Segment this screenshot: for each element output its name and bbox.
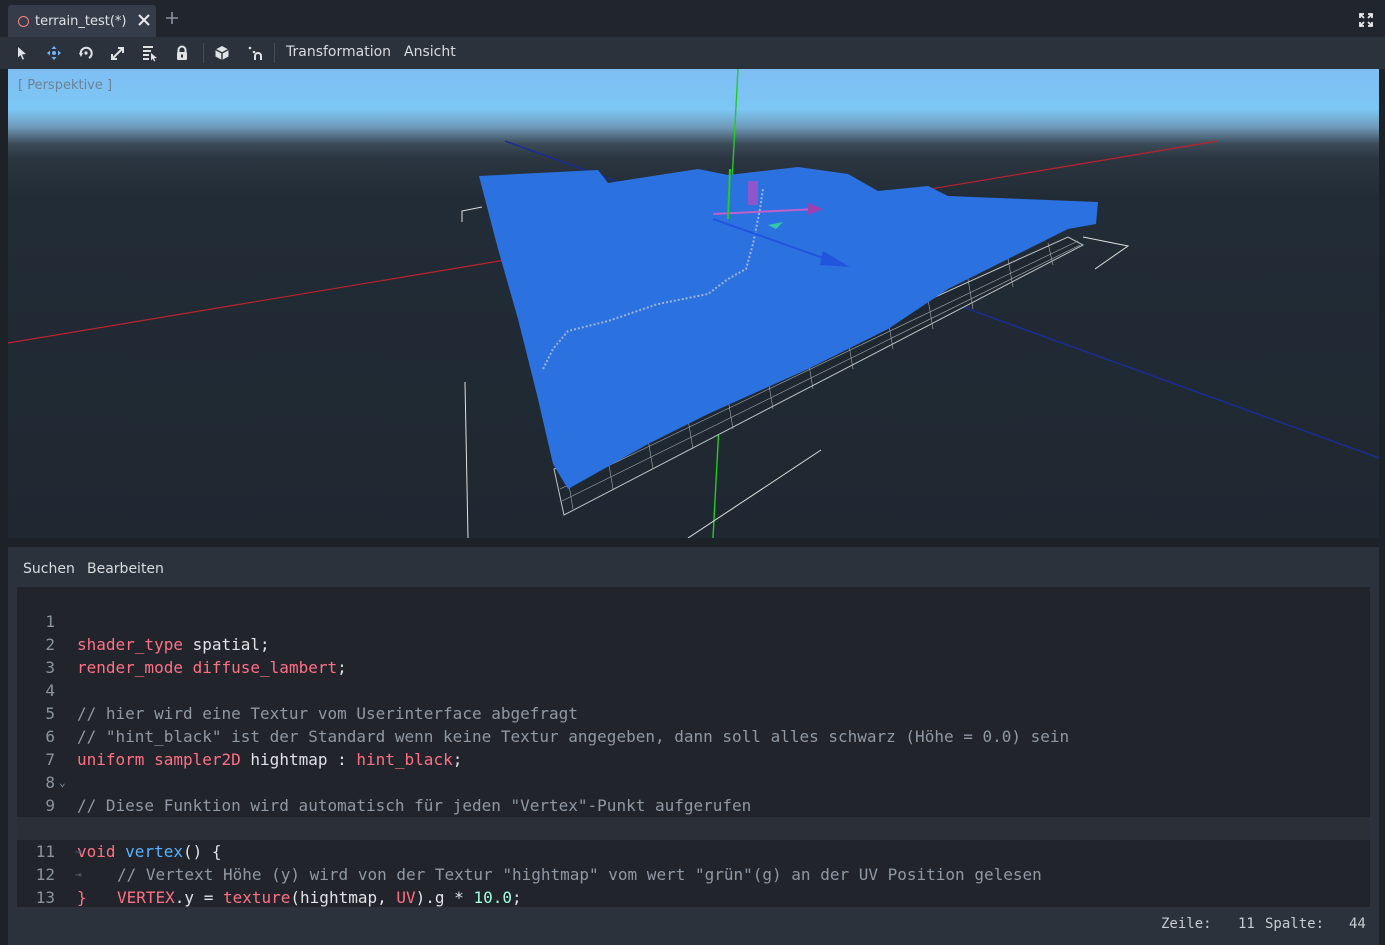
fold-arrow-icon[interactable]: ⌄ <box>59 771 66 794</box>
code-line: 3 <box>17 633 1370 677</box>
code-text: VERTEX.y = texture(hightmap, UV).g * 10.… <box>117 888 522 907</box>
terrain-mesh <box>479 167 1098 489</box>
tab-label: terrain_test(*) <box>35 13 127 29</box>
code-editor[interactable]: 1 shader_type spatial; 2 render_mode dif… <box>17 587 1370 907</box>
snap-icon[interactable] <box>246 44 264 62</box>
line-label: Zeile: <box>1161 916 1212 932</box>
scene-tab-bar: terrain_test(*) <box>0 0 1385 37</box>
tab-terrain-test[interactable]: terrain_test(*) <box>8 5 156 37</box>
transformation-menu[interactable]: Transformation <box>286 44 391 60</box>
view-menu[interactable]: Ansicht <box>404 44 456 60</box>
column-label: Spalte: <box>1265 916 1325 932</box>
fullscreen-icon[interactable] <box>1358 12 1374 28</box>
code-line: 1 shader_type spatial; <box>17 587 1370 654</box>
code-line: 9 ⌄ void vertex() { <box>17 771 1370 861</box>
toolbar-separator <box>274 43 275 63</box>
code-line: 8 // Diese Funktion wird automatisch für… <box>17 748 1370 815</box>
3d-viewport[interactable]: [ Perspektive ] <box>8 69 1379 538</box>
panel-divider[interactable] <box>0 538 1385 547</box>
code-line: 10 ⇥ // Vertext Höhe (y) wird von der Te… <box>17 794 1370 884</box>
move-icon[interactable] <box>45 44 63 62</box>
line-number: 13 <box>35 888 55 907</box>
viewport-toolbar: Transformation Ansicht <box>0 37 1385 69</box>
code-line-current: 11 ⇥ VERTEX.y = texture(hightmap, UV).g … <box>17 817 1370 907</box>
code-line: 4 // hier wird eine Textur vom Userinter… <box>17 656 1370 723</box>
select-icon[interactable] <box>13 44 31 62</box>
line-value: 11 <box>1238 916 1255 932</box>
perspective-label[interactable]: [ Perspektive ] <box>18 78 112 93</box>
cube-icon[interactable] <box>213 44 231 62</box>
column-value: 44 <box>1349 916 1366 932</box>
rotate-icon[interactable] <box>77 44 95 62</box>
shader-editor-panel: Suchen Bearbeiten 1 shader_type spatial;… <box>8 547 1379 945</box>
code-line: 12 } <box>17 840 1370 907</box>
close-icon[interactable] <box>136 12 152 28</box>
code-line: 13 <box>17 863 1370 907</box>
code-line: 7 <box>17 725 1370 769</box>
scene-node-icon <box>18 15 29 27</box>
search-menu[interactable]: Suchen <box>23 561 75 577</box>
list-select-icon[interactable] <box>141 44 159 62</box>
toolbar-separator <box>203 43 204 63</box>
code-text: } <box>77 888 87 907</box>
code-line: 5 // "hint_black" ist der Standard wenn … <box>17 679 1370 746</box>
code-line: 2 render_mode diffuse_lambert; <box>17 610 1370 677</box>
code-line: 6 uniform sampler2D hightmap : hint_blac… <box>17 702 1370 769</box>
lock-icon[interactable] <box>173 44 191 62</box>
add-tab-icon[interactable] <box>164 10 180 26</box>
scale-icon[interactable] <box>109 44 127 62</box>
edit-menu[interactable]: Bearbeiten <box>87 561 164 577</box>
scene-render <box>8 69 1379 538</box>
